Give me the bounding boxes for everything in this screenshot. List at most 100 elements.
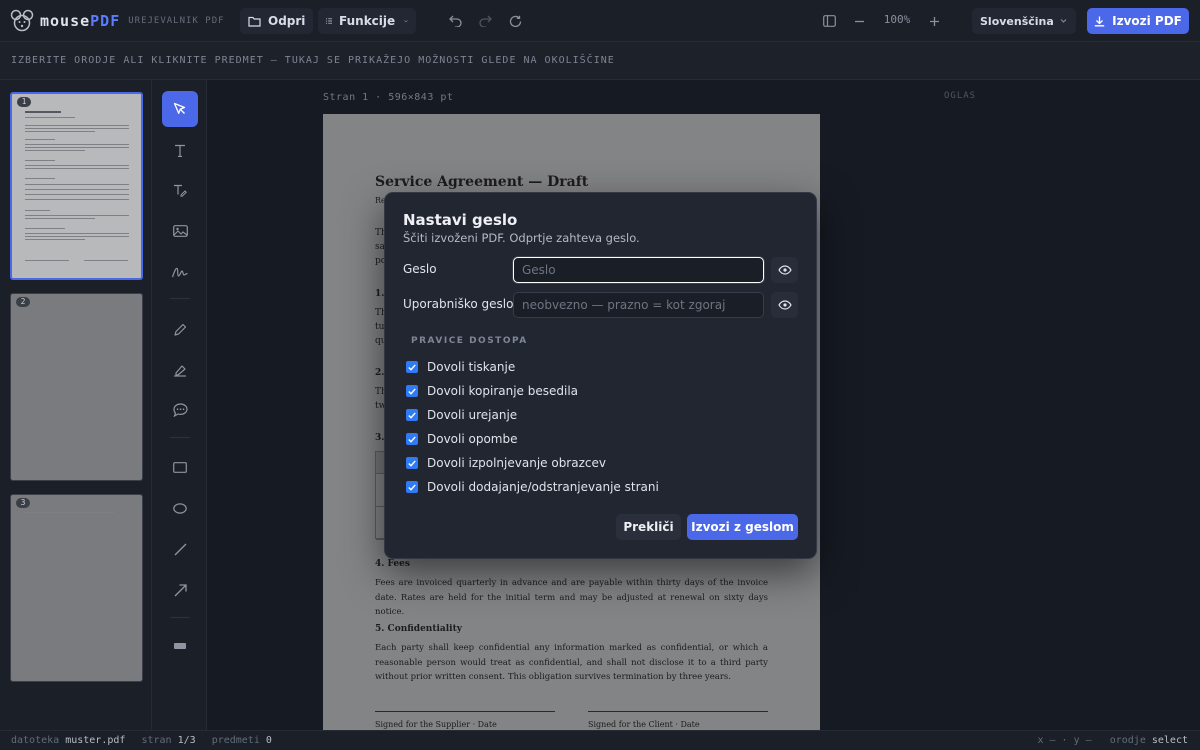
fees-paragraph: Fees are invoiced quarterly in advance a… — [375, 578, 768, 617]
open-button[interactable]: Odpri — [240, 8, 314, 34]
chevron-down-icon — [404, 19, 408, 22]
functions-menu-button[interactable]: Funkcije — [318, 8, 416, 34]
reload-button[interactable] — [502, 8, 528, 34]
line-tool[interactable] — [162, 531, 198, 567]
document-title: Service Agreement — Draft — [375, 174, 589, 190]
tool-separator — [170, 617, 190, 618]
mouse-logo-icon — [10, 9, 34, 32]
section-heading-confidentiality: 5. Confidentiality — [375, 624, 462, 634]
pen-tool[interactable] — [162, 311, 198, 347]
permission-edit[interactable]: Dovoli urejanje — [406, 407, 517, 423]
thumbnail-number: 2 — [16, 297, 30, 307]
permission-print[interactable]: Dovoli tiskanje — [406, 359, 515, 375]
redact-tool[interactable] — [162, 628, 198, 664]
arrow-tool[interactable] — [162, 572, 198, 608]
status-objects-value: 0 — [265, 735, 272, 746]
thumbnail-number: 1 — [17, 97, 31, 107]
toggle-panel-button[interactable] — [816, 8, 842, 34]
select-tool[interactable] — [162, 91, 198, 127]
rectangle-tool[interactable] — [162, 449, 198, 485]
plus-icon — [929, 16, 939, 26]
comment-tool[interactable] — [162, 392, 198, 428]
permission-assemble-pages[interactable]: Dovoli dodajanje/odstranjevanje strani — [406, 479, 659, 495]
export-pdf-label: Izvozi PDF — [1112, 14, 1182, 28]
context-hint: IZBERITE ORODJE ALI KLIKNITE PREDMET — T… — [11, 55, 615, 66]
line-icon — [174, 543, 186, 555]
page-thumbnails-panel: 1 2 3 — [0, 80, 152, 730]
export-with-password-button[interactable]: Izvozi z geslom — [687, 514, 798, 540]
permission-label: Dovoli kopiranje besedila — [427, 384, 579, 398]
permission-label: Dovoli izpolnjevanje obrazcev — [427, 456, 606, 470]
section-heading-fees: 4. Fees — [375, 559, 410, 569]
dialog-subtitle: Ščiti izvoženi PDF. Odprtje zahteva gesl… — [403, 231, 640, 245]
functions-button-label: Funkcije — [339, 14, 396, 28]
section-heading: 1. — [375, 289, 385, 299]
page-label: Stran 1 · 596×843 pt — [323, 92, 454, 103]
check-icon — [408, 459, 416, 467]
redo-button[interactable] — [472, 8, 498, 34]
status-file-key: datoteka — [11, 735, 60, 746]
page-thumbnail-3[interactable]: 3 — [10, 494, 143, 682]
undo-icon — [448, 15, 462, 27]
show-user-password-button[interactable] — [771, 292, 798, 318]
minus-icon — [854, 20, 864, 22]
language-select[interactable]: Slovenščina — [972, 8, 1076, 34]
checkbox-checked[interactable] — [406, 457, 418, 469]
download-icon — [1094, 16, 1105, 26]
redo-icon — [478, 15, 492, 27]
status-left: datoteka muster.pdf stran 1/3 predmeti 0 — [11, 735, 282, 746]
section-heading: 3. — [375, 433, 385, 443]
context-options-bar: IZBERITE ORODJE ALI KLIKNITE PREDMET — T… — [0, 42, 1200, 80]
edit-text-tool[interactable] — [162, 172, 198, 208]
checkbox-checked[interactable] — [406, 361, 418, 373]
export-pdf-button[interactable]: Izvozi PDF — [1087, 8, 1189, 34]
status-right: x — · y — orodje select — [1037, 735, 1188, 746]
zoom-in-button[interactable] — [921, 8, 947, 34]
page-thumbnail-1[interactable]: 1 — [10, 92, 143, 280]
language-value: Slovenščina — [980, 14, 1054, 28]
confidentiality-paragraph: Each party shall keep confidential any i… — [375, 643, 768, 682]
tool-rail — [152, 80, 207, 730]
highlighter-icon — [174, 364, 186, 377]
status-coords: x — · y — — [1037, 735, 1092, 746]
text-tool[interactable] — [162, 132, 198, 168]
highlighter-tool[interactable] — [162, 352, 198, 388]
checkbox-checked[interactable] — [406, 433, 418, 445]
cursor-icon — [173, 102, 186, 114]
signature-icon — [172, 267, 188, 277]
signature-tool[interactable] — [162, 254, 198, 290]
thumbnail-number: 3 — [16, 498, 30, 508]
text-edit-icon — [174, 184, 187, 197]
checkbox-checked[interactable] — [406, 409, 418, 421]
password-input[interactable] — [513, 257, 764, 283]
status-file-value: muster.pdf — [65, 735, 126, 746]
comment-icon — [172, 403, 188, 417]
ad-label: OGLAS — [944, 91, 977, 101]
image-tool[interactable] — [162, 213, 198, 249]
permission-label: Dovoli urejanje — [427, 408, 518, 422]
undo-button[interactable] — [442, 8, 468, 34]
cancel-button[interactable]: Prekliči — [616, 514, 681, 540]
open-button-label: Odpri — [268, 14, 306, 28]
permission-label: Dovoli dodajanje/odstranjevanje strani — [427, 480, 659, 494]
set-password-dialog: Nastavi geslo Ščiti izvoženi PDF. Odprtj… — [384, 192, 817, 559]
ellipse-tool[interactable] — [162, 490, 198, 526]
show-password-button[interactable] — [771, 257, 798, 283]
checkbox-checked[interactable] — [406, 481, 418, 493]
zoom-out-button[interactable] — [846, 8, 872, 34]
user-password-input[interactable] — [513, 292, 764, 318]
check-icon — [408, 483, 416, 491]
status-page-value: 1/3 — [177, 735, 196, 746]
section-heading: 2. — [375, 368, 385, 378]
status-mode-key: orodje — [1109, 735, 1146, 746]
user-password-label: Uporabniško geslo — [403, 297, 514, 311]
chevron-down-icon — [1060, 19, 1067, 23]
permission-copy-text[interactable]: Dovoli kopiranje besedila — [406, 383, 578, 399]
permission-fill-forms[interactable]: Dovoli izpolnjevanje obrazcev — [406, 455, 606, 471]
permission-annotate[interactable]: Dovoli opombe — [406, 431, 518, 447]
folder-icon — [248, 16, 261, 27]
ellipse-icon — [173, 502, 187, 514]
checkbox-checked[interactable] — [406, 385, 418, 397]
page-thumbnail-2[interactable]: 2 — [10, 293, 143, 481]
permissions-title: PRAVICE DOSTOPA — [411, 336, 528, 346]
